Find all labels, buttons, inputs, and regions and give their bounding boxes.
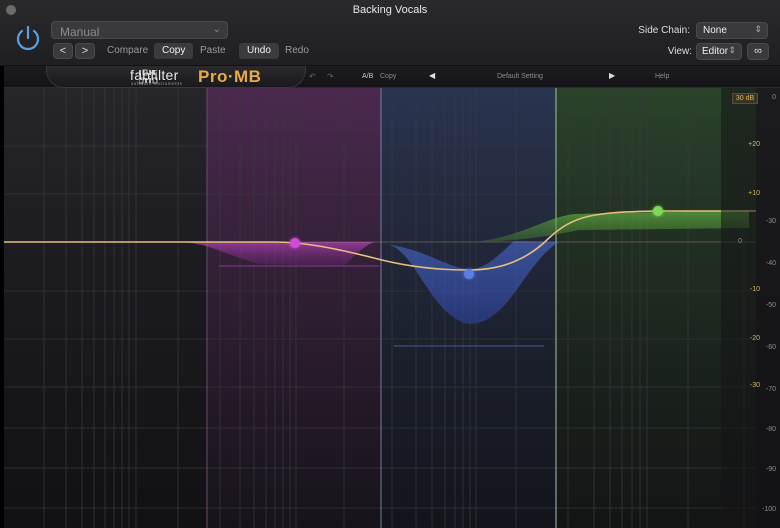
level-scale-label: -30 bbox=[765, 218, 776, 225]
brand-subtitle: software instruments bbox=[131, 81, 183, 86]
copy-button[interactable]: Copy bbox=[154, 43, 194, 59]
level-scale-label: -100 bbox=[761, 506, 776, 513]
level-scale-label: -60 bbox=[765, 344, 776, 351]
view-label: View: bbox=[667, 46, 692, 57]
compare-button[interactable]: Compare bbox=[107, 45, 148, 56]
gain-scale-label: +20 bbox=[748, 141, 760, 148]
link-icon: ∞ bbox=[754, 45, 762, 57]
level-scale-label: -50 bbox=[765, 302, 776, 309]
plugin-copy-button[interactable]: Copy bbox=[380, 73, 396, 80]
gain-scale-label: 0 bbox=[738, 238, 742, 245]
gain-scale-label: -20 bbox=[749, 335, 760, 342]
redo-button[interactable]: Redo bbox=[285, 45, 309, 56]
chevron-down-icon: ⌄ bbox=[212, 24, 221, 35]
view-value: Editor bbox=[702, 46, 729, 57]
level-scale-label: -80 bbox=[765, 426, 776, 433]
gain-scale-label: +10 bbox=[748, 190, 760, 197]
chevron-updown-icon: ⇕ bbox=[754, 24, 762, 34]
preset-forward-button[interactable]: > bbox=[75, 43, 95, 59]
level-scale-label: -40 bbox=[765, 260, 776, 267]
ab-button[interactable]: A/B bbox=[362, 73, 373, 80]
display-canvas bbox=[4, 88, 780, 528]
window-title: Backing Vocals bbox=[352, 4, 428, 16]
link-button[interactable]: ∞ bbox=[747, 43, 769, 60]
mid-band-handle[interactable] bbox=[464, 269, 474, 279]
product-name: Pro·MB bbox=[198, 67, 262, 86]
chevron-left-icon: < bbox=[59, 45, 67, 57]
preset-back-button[interactable]: < bbox=[53, 43, 73, 59]
side-chain-label: Side Chain: bbox=[638, 25, 690, 36]
plugin-preset-name[interactable]: Default Setting bbox=[497, 73, 543, 80]
high-band-handle[interactable] bbox=[653, 206, 663, 216]
spectrum-display[interactable]: 30 dB ⛶ +20 +10 0 -10 -20 -30 0 -30 -40 … bbox=[4, 88, 780, 528]
paste-button[interactable]: Paste bbox=[200, 45, 226, 56]
chevron-updown-icon: ⇕ bbox=[728, 45, 736, 55]
power-icon[interactable] bbox=[12, 22, 44, 54]
undo-icon[interactable]: ↶ bbox=[309, 72, 316, 81]
level-scale-label: -70 bbox=[765, 386, 776, 393]
undo-button[interactable]: Undo bbox=[239, 43, 279, 59]
plugin-top-bar: fabfilter software instruments Pro·MB ↶ … bbox=[4, 66, 780, 88]
level-scale-label: -90 bbox=[765, 466, 776, 473]
level-scale-label: 0 bbox=[772, 94, 776, 101]
host-header: Backing Vocals Manual ⌄ < > Compare Copy… bbox=[0, 0, 780, 66]
redo-icon[interactable]: ↷ bbox=[327, 72, 334, 81]
chevron-right-icon: > bbox=[81, 45, 89, 57]
preset-value: Manual bbox=[60, 25, 100, 39]
preset-select[interactable]: Manual ⌄ bbox=[51, 21, 228, 39]
side-chain-select[interactable]: None ⇕ bbox=[696, 22, 768, 39]
low-band-handle[interactable] bbox=[290, 238, 300, 248]
gain-scale-label: -30 bbox=[749, 382, 760, 389]
view-select[interactable]: Editor ⇕ bbox=[696, 43, 742, 60]
side-chain-value: None bbox=[703, 25, 727, 36]
help-button[interactable]: Help bbox=[655, 73, 669, 80]
low-band-region bbox=[207, 88, 381, 528]
gain-scale-label: -10 bbox=[749, 286, 760, 293]
range-badge[interactable]: 30 dB bbox=[732, 93, 758, 104]
preset-prev-icon[interactable]: ◀ bbox=[429, 71, 435, 80]
low-band-response bbox=[174, 242, 374, 266]
preset-next-icon[interactable]: ▶ bbox=[609, 71, 615, 80]
